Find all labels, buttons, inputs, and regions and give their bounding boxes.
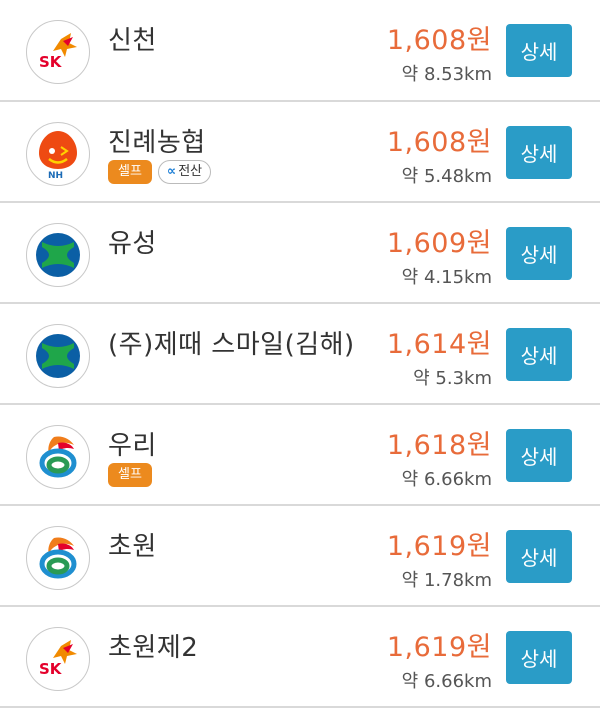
badge-group: 셀프 ∝ 전산 bbox=[108, 160, 212, 184]
station-price: 1,619원 bbox=[386, 531, 492, 562]
sk-energy-logo: SK bbox=[26, 20, 90, 84]
station-name: 유성 bbox=[108, 229, 157, 259]
self-badge: 셀프 bbox=[108, 463, 152, 487]
station-price: 1,619원 bbox=[386, 632, 492, 663]
station-name: 초원제2 bbox=[108, 633, 199, 663]
detail-button[interactable]: 상세 bbox=[506, 530, 572, 583]
detail-button[interactable]: 상세 bbox=[506, 328, 572, 381]
station-name: (주)제때 스마일(김해) bbox=[108, 330, 355, 360]
svg-text:SK: SK bbox=[39, 660, 63, 678]
station-row[interactable]: NH 진례농협 셀프 ∝ 전산 1,608원 약 5.48km 상세 bbox=[0, 102, 600, 203]
s-oil-gs-logo bbox=[26, 526, 90, 590]
network-badge: ∝ 전산 bbox=[157, 160, 212, 184]
detail-button[interactable]: 상세 bbox=[506, 631, 572, 684]
station-price: 1,614원 bbox=[386, 329, 492, 360]
station-row[interactable]: (주)제때 스마일(김해) 1,614원 약 5.3km 상세 bbox=[0, 304, 600, 405]
sk-energy-logo: SK bbox=[26, 627, 90, 691]
self-badge: 셀프 bbox=[108, 160, 152, 184]
station-price: 1,608원 bbox=[386, 25, 492, 56]
station-price: 1,618원 bbox=[386, 430, 492, 461]
station-name: 진례농협 bbox=[108, 128, 206, 158]
station-list: SK 신천 1,608원 약 8.53km 상세 NH 진례농협 셀프 ∝ 전산 bbox=[0, 0, 600, 718]
svg-text:SK: SK bbox=[39, 53, 63, 71]
hyundai-oilbank-logo bbox=[26, 223, 90, 287]
station-row[interactable]: SK 초원제2 1,619원 약 6.66km 상세 bbox=[0, 607, 600, 708]
station-distance: 약 6.66km bbox=[401, 671, 492, 692]
station-row[interactable]: 유성 1,609원 약 4.15km 상세 bbox=[0, 203, 600, 304]
station-distance: 약 4.15km bbox=[401, 267, 492, 288]
nh-oil-logo: NH bbox=[26, 122, 90, 186]
station-distance: 약 5.3km bbox=[413, 368, 492, 389]
station-distance: 약 6.66km bbox=[401, 469, 492, 490]
s-oil-gs-logo bbox=[26, 425, 90, 489]
detail-button[interactable]: 상세 bbox=[506, 227, 572, 280]
station-name: 신천 bbox=[108, 26, 157, 56]
station-name: 초원 bbox=[108, 532, 157, 562]
station-price: 1,609원 bbox=[386, 228, 492, 259]
station-distance: 약 1.78km bbox=[401, 570, 492, 591]
station-row[interactable]: 초원 1,619원 약 1.78km 상세 bbox=[0, 506, 600, 607]
station-name: 우리 bbox=[108, 431, 157, 461]
station-price: 1,608원 bbox=[386, 127, 492, 158]
detail-button[interactable]: 상세 bbox=[506, 126, 572, 179]
station-row[interactable]: 우리 셀프 1,618원 약 6.66km 상세 bbox=[0, 405, 600, 506]
hyundai-oilbank-logo bbox=[26, 324, 90, 388]
station-distance: 약 5.48km bbox=[401, 166, 492, 187]
svg-text:NH: NH bbox=[48, 171, 63, 179]
station-row[interactable]: SK 신천 1,608원 약 8.53km 상세 bbox=[0, 0, 600, 102]
detail-button[interactable]: 상세 bbox=[506, 24, 572, 77]
ok-cashbag-icon: ∝ bbox=[166, 164, 177, 179]
station-distance: 약 8.53km bbox=[401, 64, 492, 85]
network-badge-label: 전산 bbox=[178, 164, 203, 179]
detail-button[interactable]: 상세 bbox=[506, 429, 572, 482]
badge-group: 셀프 bbox=[108, 463, 152, 487]
